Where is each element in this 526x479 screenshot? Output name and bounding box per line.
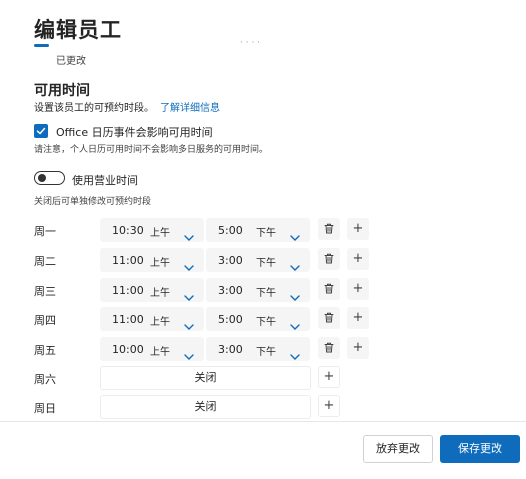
availability-note: 请注意，个人日历可用时间不会影响多日服务的可用时间。: [34, 145, 269, 155]
chevron-down-icon: [290, 315, 300, 334]
start-time-value: 11:00: [112, 254, 144, 267]
chevron-down-icon: [184, 256, 194, 275]
chevron-down-icon: [184, 286, 194, 305]
delete-time-button[interactable]: [318, 218, 340, 240]
add-time-button[interactable]: +: [347, 278, 369, 300]
office-calendar-checkbox-label[interactable]: Office 日历事件会影响可用时间: [56, 124, 213, 140]
day-label: 周六: [34, 373, 56, 386]
end-time-select[interactable]: 3:00 下午: [206, 248, 310, 272]
title-underline: [34, 44, 49, 47]
chevron-down-icon: [290, 286, 300, 305]
start-time-value: 10:30: [112, 224, 144, 237]
delete-time-button[interactable]: [318, 337, 340, 359]
plus-icon: +: [352, 251, 364, 266]
plus-icon: +: [352, 221, 364, 236]
closed-slot[interactable]: 关闭: [100, 395, 311, 419]
end-time-select[interactable]: 3:00 下午: [206, 278, 310, 302]
checkmark-icon: [36, 127, 46, 135]
discard-changes-button[interactable]: 放弃更改: [363, 435, 433, 463]
plus-icon: +: [352, 281, 364, 296]
end-ampm: 下午: [256, 258, 276, 269]
chevron-down-icon: [290, 256, 300, 275]
trash-icon: [324, 281, 334, 296]
page-title: 编辑员工: [34, 18, 122, 42]
learn-more-link[interactable]: 了解详细信息: [160, 103, 220, 114]
delete-time-button[interactable]: [318, 278, 340, 300]
end-time-value: 3:00: [218, 254, 243, 267]
start-time-select[interactable]: 10:30 上午: [100, 218, 204, 242]
end-time-select[interactable]: 5:00 下午: [206, 307, 310, 331]
add-time-button[interactable]: +: [318, 395, 340, 417]
end-time-select[interactable]: 5:00 下午: [206, 218, 310, 242]
changed-status: 已更改: [56, 56, 86, 67]
start-time-value: 11:00: [112, 313, 144, 326]
day-row: 周六 关闭 +: [0, 364, 526, 392]
chevron-down-icon: [290, 226, 300, 245]
start-time-value: 10:00: [112, 343, 144, 356]
chevron-down-icon: [184, 315, 194, 334]
end-ampm: 下午: [256, 228, 276, 239]
trash-icon: [324, 310, 334, 325]
delete-time-button[interactable]: [318, 307, 340, 329]
day-label: 周四: [34, 314, 56, 327]
scrolled-ghost-text: · · · ·: [240, 38, 261, 48]
day-row: 周二 11:00 上午 3:00 下午 +: [0, 246, 526, 274]
plus-icon: +: [352, 310, 364, 325]
save-changes-button[interactable]: 保存更改: [440, 435, 520, 463]
availability-section-title: 可用时间: [34, 83, 90, 99]
chevron-down-icon: [184, 345, 194, 364]
end-ampm: 下午: [256, 347, 276, 358]
plus-icon: +: [323, 369, 335, 384]
end-time-value: 5:00: [218, 224, 243, 237]
business-hours-toggle[interactable]: [34, 171, 65, 185]
start-ampm: 上午: [150, 228, 170, 239]
availability-description: 设置该员工的可预约时段。 了解详细信息: [34, 99, 220, 114]
add-time-button[interactable]: +: [347, 337, 369, 359]
add-time-button[interactable]: +: [347, 248, 369, 270]
plus-icon: +: [352, 340, 364, 355]
day-row: 周一 10:30 上午 5:00 下午 +: [0, 216, 526, 244]
end-time-select[interactable]: 3:00 下午: [206, 337, 310, 361]
availability-description-text: 设置该员工的可预约时段。: [34, 103, 154, 114]
end-ampm: 下午: [256, 317, 276, 328]
day-label: 周五: [34, 344, 56, 357]
day-row: 周日 关闭 +: [0, 393, 526, 421]
day-row: 周三 11:00 上午 3:00 下午 +: [0, 276, 526, 304]
chevron-down-icon: [290, 345, 300, 364]
end-time-value: 5:00: [218, 313, 243, 326]
chevron-down-icon: [184, 226, 194, 245]
start-time-value: 11:00: [112, 284, 144, 297]
start-ampm: 上午: [150, 258, 170, 269]
day-label: 周日: [34, 402, 56, 415]
trash-icon: [324, 221, 334, 236]
start-ampm: 上午: [150, 317, 170, 328]
office-calendar-checkbox[interactable]: [34, 124, 48, 138]
start-ampm: 上午: [150, 288, 170, 299]
day-label: 周二: [34, 255, 56, 268]
delete-time-button[interactable]: [318, 248, 340, 270]
end-ampm: 下午: [256, 288, 276, 299]
end-time-value: 3:00: [218, 343, 243, 356]
day-label: 周三: [34, 285, 56, 298]
start-time-select[interactable]: 10:00 上午: [100, 337, 204, 361]
add-time-button[interactable]: +: [347, 218, 369, 240]
add-time-button[interactable]: +: [347, 307, 369, 329]
start-ampm: 上午: [150, 347, 170, 358]
trash-icon: [324, 340, 334, 355]
footer-divider: [0, 421, 526, 422]
start-time-select[interactable]: 11:00 上午: [100, 248, 204, 272]
closed-slot[interactable]: 关闭: [100, 366, 311, 390]
toggle-knob: [38, 174, 46, 182]
start-time-select[interactable]: 11:00 上午: [100, 307, 204, 331]
start-time-select[interactable]: 11:00 上午: [100, 278, 204, 302]
day-row: 周四 11:00 上午 5:00 下午 +: [0, 305, 526, 333]
day-label: 周一: [34, 225, 56, 238]
toggle-note: 关闭后可单独修改可预约时段: [34, 197, 152, 207]
trash-icon: [324, 251, 334, 266]
day-row: 周五 10:00 上午 3:00 下午 +: [0, 335, 526, 363]
plus-icon: +: [323, 398, 335, 413]
add-time-button[interactable]: +: [318, 366, 340, 388]
business-hours-toggle-label: 使用营业时间: [72, 174, 138, 187]
end-time-value: 3:00: [218, 284, 243, 297]
